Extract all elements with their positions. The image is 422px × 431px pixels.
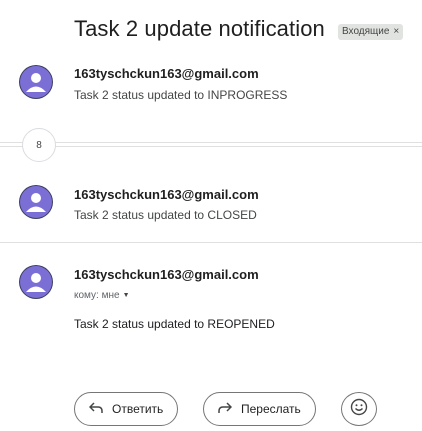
recipient-details-toggle[interactable]: кому: мне ▼ <box>74 290 130 301</box>
recipient-text: кому: мне <box>74 290 120 301</box>
avatar <box>18 182 58 222</box>
reply-button[interactable]: Ответить <box>74 392 179 426</box>
label-chip-text: Входящие <box>342 26 390 37</box>
emoji-reaction-icon <box>350 398 368 421</box>
sender-name: 163tyschckun163@gmail.com <box>74 66 259 81</box>
divider <box>0 242 422 243</box>
reply-icon <box>88 402 103 416</box>
emoji-reaction-button[interactable] <box>341 392 377 426</box>
avatar <box>18 262 58 302</box>
chevron-down-icon: ▼ <box>122 292 130 299</box>
reply-label: Ответить <box>112 402 164 416</box>
divider <box>0 142 422 143</box>
forward-button[interactable]: Переслать <box>203 392 316 426</box>
thread-subject: Task 2 update notification <box>74 16 325 41</box>
avatar <box>18 62 58 102</box>
message-snippet: Task 2 status updated to CLOSED <box>74 208 257 222</box>
collapsed-messages[interactable]: 8 <box>0 128 422 162</box>
forward-icon <box>218 402 233 416</box>
close-icon[interactable]: × <box>393 24 399 40</box>
sender-name: 163tyschckun163@gmail.com <box>74 267 259 282</box>
collapsed-count-badge[interactable]: 8 <box>22 128 56 162</box>
sender-name: 163tyschckun163@gmail.com <box>74 187 259 202</box>
message-body: Task 2 status updated to REOPENED <box>74 317 275 331</box>
message-snippet: Task 2 status updated to INPROGRESS <box>74 88 288 102</box>
forward-label: Переслать <box>241 402 301 416</box>
divider <box>0 146 422 147</box>
label-chip-inbox[interactable]: Входящие × <box>338 24 404 40</box>
